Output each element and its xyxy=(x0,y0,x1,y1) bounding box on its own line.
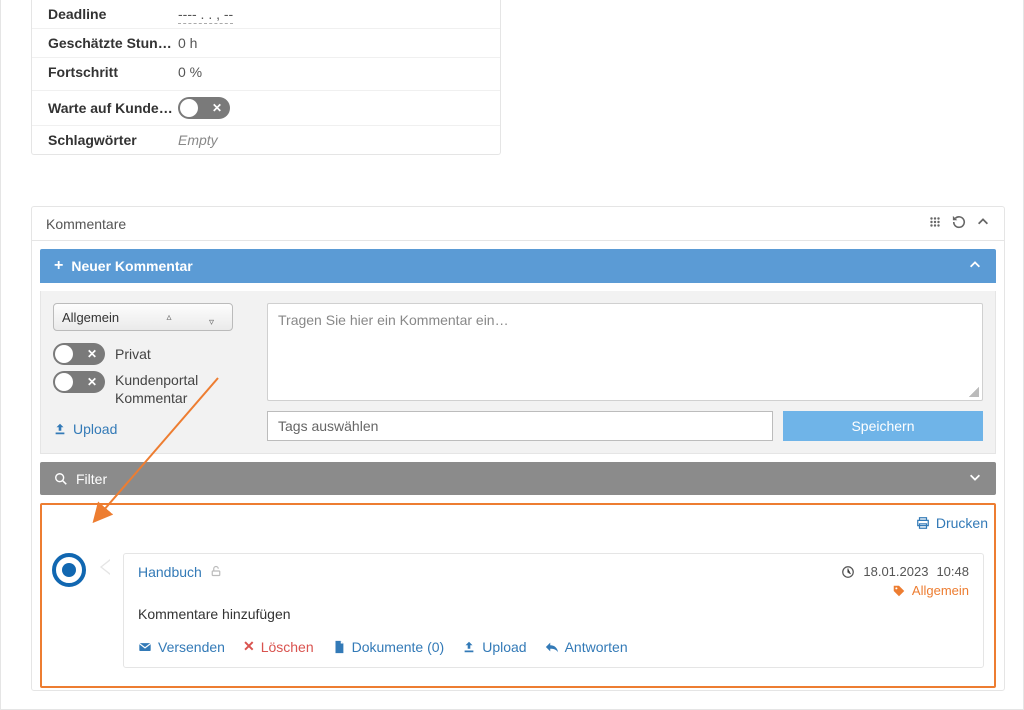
print-label: Drucken xyxy=(936,515,988,531)
deadline-value[interactable]: ---- . . , -- xyxy=(178,6,233,22)
upload-icon xyxy=(462,640,476,654)
close-icon: ✕ xyxy=(87,348,97,360)
avatar xyxy=(52,553,86,587)
tags-placeholder: Tags auswählen xyxy=(278,418,378,434)
comment-datetime: 18.01.2023 10:48 xyxy=(841,564,969,579)
comment-date: 18.01.2023 xyxy=(863,564,928,579)
waiting-value[interactable]: ✕ xyxy=(178,97,230,119)
comment-author: Handbuch xyxy=(138,564,202,580)
waiting-toggle[interactable]: ✕ xyxy=(178,97,230,119)
comment-time: 10:48 xyxy=(936,564,969,579)
action-delete[interactable]: ✕ Löschen xyxy=(243,638,314,655)
upload-icon xyxy=(53,422,67,436)
comment-tag-label: Allgemein xyxy=(912,583,969,598)
new-comment-body: Allgemein ▵ ▿ ✕ Privat ✕ Kundenportal Ko… xyxy=(40,291,996,454)
detail-row-hours: Geschätzte Stun… 0 h xyxy=(32,28,500,57)
deadline-label: Deadline xyxy=(48,6,178,22)
textarea-placeholder: Tragen Sie hier ein Kommentar ein… xyxy=(278,312,509,328)
comments-title: Kommentare xyxy=(46,216,126,232)
upload-label: Upload xyxy=(73,421,117,437)
detail-row-progress: Fortschritt 0 % xyxy=(32,57,500,86)
tags-input[interactable]: Tags auswählen xyxy=(267,411,773,441)
progress-label: Fortschritt xyxy=(48,64,178,80)
print-icon xyxy=(916,516,930,530)
comment-item: Handbuch 18.01.2023 10:48 xyxy=(52,553,984,668)
print-button[interactable]: Drucken xyxy=(916,515,988,531)
tag-icon xyxy=(892,584,906,598)
waiting-label: Warte auf Kunde… xyxy=(48,100,178,116)
reply-icon xyxy=(545,640,559,654)
refresh-icon[interactable] xyxy=(952,215,966,232)
document-icon xyxy=(332,640,346,654)
plus-icon: + xyxy=(54,257,63,275)
detail-row-waiting: Warte auf Kunde… ✕ xyxy=(32,90,500,125)
close-icon: ✕ xyxy=(212,102,222,114)
comment-textarea[interactable]: Tragen Sie hier ein Kommentar ein… xyxy=(267,303,983,401)
details-panel: Deadline ---- . . , -- Geschätzte Stun… … xyxy=(31,0,501,155)
portal-row: ✕ Kundenportal Kommentar xyxy=(53,371,253,407)
action-reply[interactable]: Antworten xyxy=(545,638,628,655)
detail-row-tags: Schlagwörter Empty xyxy=(32,125,500,154)
caret-icon: ▵ xyxy=(167,312,172,323)
envelope-icon xyxy=(138,640,152,654)
comment-body: Kommentare hinzufügen xyxy=(138,606,969,622)
chevron-down-icon[interactable] xyxy=(968,470,982,487)
category-selected: Allgemein xyxy=(62,310,119,325)
hours-value[interactable]: 0 h xyxy=(178,35,197,51)
progress-value[interactable]: 0 % xyxy=(178,64,202,80)
clock-icon xyxy=(841,565,855,579)
portal-toggle[interactable]: ✕ xyxy=(53,371,105,393)
action-upload[interactable]: Upload xyxy=(462,638,526,655)
privat-row: ✕ Privat xyxy=(53,343,253,365)
new-comment-title: Neuer Kommentar xyxy=(71,258,192,274)
chevron-up-icon[interactable] xyxy=(968,258,982,275)
hours-label: Geschätzte Stun… xyxy=(48,35,178,51)
tags-label: Schlagwörter xyxy=(48,132,178,148)
speech-tail-icon xyxy=(100,559,110,575)
comment-author-link[interactable]: Handbuch xyxy=(138,564,222,580)
drag-handle-icon[interactable] xyxy=(928,215,942,232)
save-button[interactable]: Speichern xyxy=(783,411,983,441)
category-select[interactable]: Allgemein ▵ ▿ xyxy=(53,303,233,331)
action-documents[interactable]: Dokumente (0) xyxy=(332,638,445,655)
detail-row-deadline: Deadline ---- . . , -- xyxy=(32,0,500,28)
comments-header: Kommentare xyxy=(32,207,1004,241)
filter-label: Filter xyxy=(76,471,107,487)
tags-value[interactable]: Empty xyxy=(178,132,218,148)
comment-list: Drucken Handbuch xyxy=(40,503,996,688)
privat-label: Privat xyxy=(115,345,151,363)
comments-panel: Kommentare + Neuer Kommentar xyxy=(31,206,1005,691)
delete-icon: ✕ xyxy=(243,638,255,655)
comment-tag[interactable]: Allgemein xyxy=(841,583,969,598)
portal-label: Kundenportal Kommentar xyxy=(115,371,225,407)
close-icon: ✕ xyxy=(87,376,97,388)
action-send[interactable]: Versenden xyxy=(138,638,225,655)
upload-link[interactable]: Upload xyxy=(53,421,253,437)
new-comment-bar[interactable]: + Neuer Kommentar xyxy=(40,249,996,283)
unlock-icon xyxy=(210,565,222,580)
search-icon xyxy=(54,472,68,486)
caret-down-icon: ▿ xyxy=(209,317,214,328)
filter-bar[interactable]: Filter xyxy=(40,462,996,495)
collapse-icon[interactable] xyxy=(976,215,990,232)
privat-toggle[interactable]: ✕ xyxy=(53,343,105,365)
